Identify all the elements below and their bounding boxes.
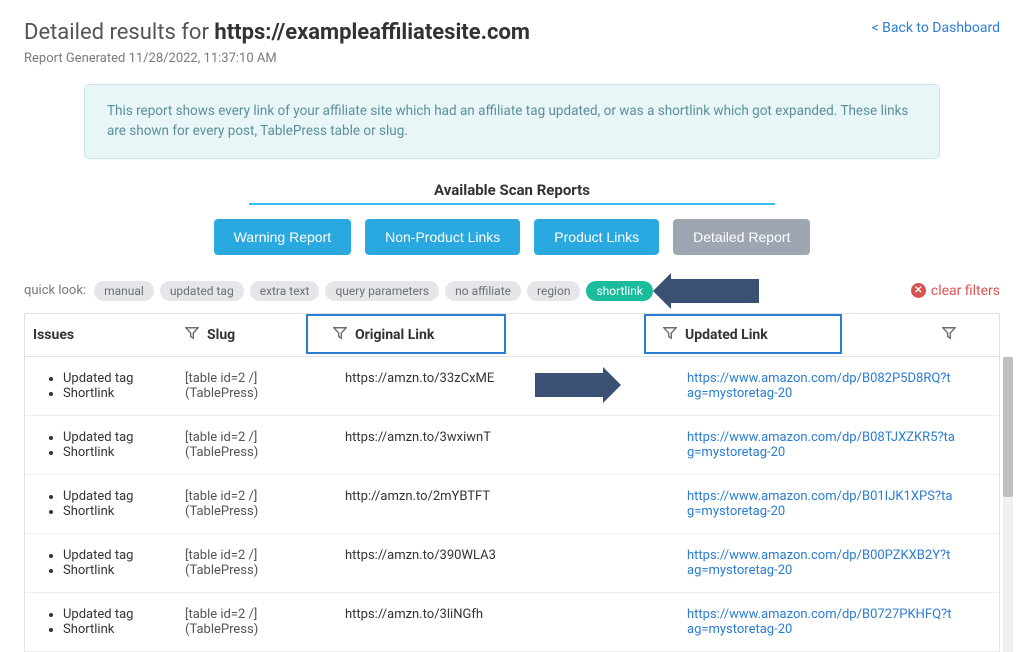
table-row: Updated tagShortlink[table id=2 /] (Tabl…	[25, 416, 999, 475]
non-product-links-button[interactable]: Non-Product Links	[365, 219, 520, 255]
cell-updated-link: https://www.amazon.com/dp/B0727PKHFQ?tag…	[635, 607, 955, 637]
cell-updated-link: https://www.amazon.com/dp/B00PZKXB2Y?tag…	[635, 548, 955, 578]
issue-item: Updated tag	[63, 430, 185, 445]
updated-link[interactable]: https://www.amazon.com/dp/B082P5D8RQ?tag…	[687, 371, 951, 401]
report-buttons-row: Warning Report Non-Product Links Product…	[24, 219, 1000, 255]
quicklook-label: quick look:	[24, 283, 86, 298]
issue-item: Updated tag	[63, 607, 185, 622]
cell-updated-link: https://www.amazon.com/dp/B01IJK1XPS?tag…	[635, 489, 955, 519]
pill-shortlink[interactable]: shortlink	[586, 281, 652, 301]
col-updated-header[interactable]: Updated Link	[635, 326, 935, 344]
col-issues-header[interactable]: Issues	[25, 327, 185, 343]
cell-original-link: https://amzn.to/3liNGfh	[315, 607, 635, 637]
pill-manual[interactable]: manual	[94, 281, 154, 301]
scrollbar-thumb[interactable]	[1003, 357, 1013, 497]
col-slug-header[interactable]: Slug	[185, 326, 315, 344]
issue-item: Shortlink	[63, 563, 185, 578]
info-banner: This report shows every link of your aff…	[84, 84, 940, 159]
cell-issues: Updated tagShortlink	[25, 548, 185, 578]
updated-link[interactable]: https://www.amazon.com/dp/B0727PKHFQ?tag…	[687, 607, 951, 637]
issue-item: Shortlink	[63, 622, 185, 637]
cell-issues: Updated tagShortlink	[25, 371, 185, 401]
cell-issues: Updated tagShortlink	[25, 607, 185, 637]
section-underline	[249, 203, 775, 205]
table-body: Updated tagShortlink[table id=2 /] (Tabl…	[24, 357, 1000, 652]
warning-report-button[interactable]: Warning Report	[214, 219, 352, 255]
pill-no-affiliate[interactable]: no affiliate	[445, 281, 521, 301]
cell-issues: Updated tagShortlink	[25, 430, 185, 460]
pill-query-parameters[interactable]: query parameters	[325, 281, 439, 301]
clear-filters-button[interactable]: ✕ clear filters	[911, 283, 1000, 299]
detailed-report-button[interactable]: Detailed Report	[673, 219, 810, 255]
clear-filters-label: clear filters	[931, 283, 1000, 299]
cell-original-link: https://amzn.to/390WLA3	[315, 548, 635, 578]
issue-item: Shortlink	[63, 445, 185, 460]
col-extra-filter[interactable]	[935, 326, 971, 344]
filter-icon[interactable]	[942, 326, 956, 344]
report-timestamp: Report Generated 11/28/2022, 11:37:10 AM	[24, 51, 530, 66]
table-row: Updated tagShortlink[table id=2 /] (Tabl…	[25, 357, 999, 416]
scan-reports-heading: Available Scan Reports	[24, 181, 1000, 199]
cell-original-link: http://amzn.to/2mYBTFT	[315, 489, 635, 519]
filter-icon[interactable]	[333, 326, 347, 344]
filter-icon[interactable]	[663, 326, 677, 344]
updated-link[interactable]: https://www.amazon.com/dp/B01IJK1XPS?tag…	[687, 489, 952, 519]
cell-updated-link: https://www.amazon.com/dp/B08TJXZKR5?tag…	[635, 430, 955, 460]
pill-extra-text[interactable]: extra text	[250, 281, 320, 301]
table-header: Issues Slug Original Link Updated Link	[24, 313, 1000, 357]
cell-slug: [table id=2 /] (TablePress)	[185, 371, 315, 401]
pill-updated-tag[interactable]: updated tag	[160, 281, 244, 301]
pill-region[interactable]: region	[527, 281, 580, 301]
quicklook-row: quick look: manual updated tag extra tex…	[24, 275, 1000, 313]
table-row: Updated tagShortlink[table id=2 /] (Tabl…	[25, 593, 999, 652]
updated-link[interactable]: https://www.amazon.com/dp/B08TJXZKR5?tag…	[687, 430, 955, 460]
annotation-arrow-right	[535, 373, 605, 397]
issue-item: Shortlink	[63, 504, 185, 519]
page-title: Detailed results for https://exampleaffi…	[24, 20, 530, 45]
back-to-dashboard-link[interactable]: < Back to Dashboard	[872, 20, 1000, 36]
issue-item: Shortlink	[63, 386, 185, 401]
title-prefix: Detailed results for	[24, 20, 214, 45]
cell-slug: [table id=2 /] (TablePress)	[185, 489, 315, 519]
cell-slug: [table id=2 /] (TablePress)	[185, 430, 315, 460]
annotation-arrow-left	[669, 279, 759, 303]
updated-link[interactable]: https://www.amazon.com/dp/B00PZKXB2Y?tag…	[687, 548, 950, 578]
cell-updated-link: https://www.amazon.com/dp/B082P5D8RQ?tag…	[635, 371, 955, 401]
table-row: Updated tagShortlink[table id=2 /] (Tabl…	[25, 534, 999, 593]
title-url: https://exampleaffiliatesite.com	[214, 20, 530, 45]
cell-issues: Updated tagShortlink	[25, 489, 185, 519]
cell-slug: [table id=2 /] (TablePress)	[185, 607, 315, 637]
table-row: Updated tagShortlink[table id=2 /] (Tabl…	[25, 475, 999, 534]
issue-item: Updated tag	[63, 371, 185, 386]
product-links-button[interactable]: Product Links	[534, 219, 659, 255]
cell-slug: [table id=2 /] (TablePress)	[185, 548, 315, 578]
col-original-header[interactable]: Original Link	[315, 326, 635, 344]
issue-item: Updated tag	[63, 489, 185, 504]
close-icon: ✕	[911, 283, 926, 298]
cell-original-link: https://amzn.to/3wxiwnT	[315, 430, 635, 460]
filter-icon[interactable]	[185, 326, 199, 344]
issue-item: Updated tag	[63, 548, 185, 563]
